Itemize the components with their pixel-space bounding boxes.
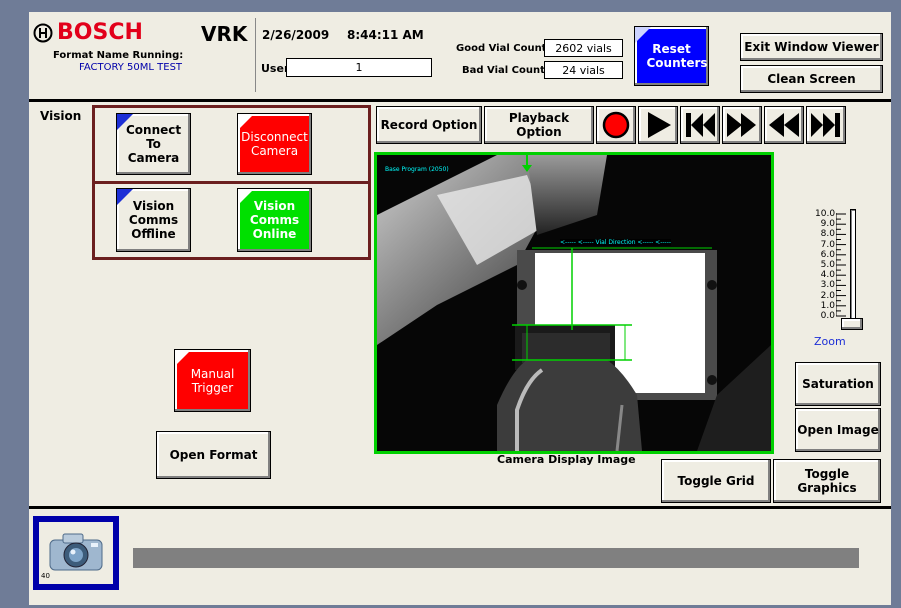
- zoom-tick-marks: [836, 213, 846, 317]
- zoom-tick-label: 8.0: [820, 229, 835, 240]
- zoom-tick-label: 4.0: [820, 270, 835, 281]
- corner-flag-icon: [175, 350, 191, 366]
- hmi-window: BOSCH VRK Format Name Running: FACTORY 5…: [29, 12, 891, 605]
- record-button[interactable]: [596, 106, 636, 144]
- exit-window-viewer-button[interactable]: Exit Window Viewer: [740, 33, 883, 61]
- zoom-tick-label: 1.0: [820, 300, 835, 311]
- camera-overlay-program: Base Program (2050): [385, 166, 449, 173]
- skip-to-start-button[interactable]: [680, 106, 720, 144]
- vision-comms-offline-button[interactable]: Vision Comms Offline: [116, 188, 191, 252]
- zoom-tick-labels: 10.0 9.0 8.0 7.0 6.0 5.0 4.0 3.0 2.0 1.0 0.0: [815, 209, 835, 321]
- bosch-logo: BOSCH: [33, 20, 143, 45]
- product-name: VRK: [201, 22, 248, 46]
- rewind-icon: [769, 113, 799, 137]
- bad-vial-count: 24 vials: [544, 61, 623, 79]
- camera-overlay-direction: <----- <----- Vial Direction <----- <---…: [560, 239, 672, 246]
- disconnect-camera-label: Disconnect Camera: [241, 130, 308, 158]
- corner-flag-icon: [635, 27, 651, 43]
- corner-flag-icon: [117, 189, 133, 205]
- toggle-grid-button[interactable]: Toggle Grid: [661, 459, 771, 503]
- corner-flag-icon: [238, 114, 254, 130]
- connect-camera-button[interactable]: Connect To Camera: [116, 113, 191, 175]
- zoom-tick-label: 2.0: [820, 290, 835, 301]
- play-icon: [648, 112, 671, 138]
- header-divider: [255, 18, 256, 92]
- manual-trigger-button[interactable]: Manual Trigger: [174, 349, 251, 412]
- camera-image: [377, 155, 771, 451]
- zoom-tick-label: 10.0: [815, 209, 836, 219]
- manual-trigger-label: Manual Trigger: [190, 366, 235, 395]
- camera-icon: [49, 533, 103, 571]
- vision-section-label: Vision: [40, 109, 82, 123]
- reset-counters-button[interactable]: Reset Counters: [634, 26, 709, 86]
- progress-bar: [133, 548, 859, 568]
- zoom-tick-label: 6.0: [820, 249, 835, 260]
- fast-forward-button[interactable]: [722, 106, 762, 144]
- brand-name: BOSCH: [57, 20, 143, 45]
- camera-display[interactable]: Base Program (2050) <----- <----- Vial D…: [374, 152, 774, 454]
- record-option-button[interactable]: Record Option: [376, 106, 482, 144]
- rewind-button[interactable]: [764, 106, 804, 144]
- camera-thumbnail-tile[interactable]: 40: [33, 516, 119, 590]
- vision-comms-online-button[interactable]: Vision Comms Online: [237, 188, 312, 252]
- playback-option-button[interactable]: Playback Option: [484, 106, 594, 144]
- format-name-label: Format Name Running:: [53, 50, 184, 61]
- play-button[interactable]: [638, 106, 678, 144]
- open-format-button[interactable]: Open Format: [156, 431, 271, 479]
- saturation-button[interactable]: Saturation: [795, 362, 881, 406]
- good-vial-label: Good Vial Count: [456, 43, 547, 54]
- zoom-slider-thumb[interactable]: [841, 318, 863, 330]
- zoom-slider-track[interactable]: [850, 209, 856, 327]
- record-icon: [602, 111, 630, 139]
- clean-screen-button[interactable]: Clean Screen: [740, 65, 883, 93]
- zoom-scale: 10.0 9.0 8.0 7.0 6.0 5.0 4.0 3.0 2.0 1.0 0.0: [815, 209, 855, 331]
- zoom-tick-label: 5.0: [820, 260, 835, 271]
- vision-comms-offline-label: Vision Comms Offline: [128, 199, 179, 241]
- camera-display-caption: Camera Display Image: [497, 453, 636, 466]
- corner-flag-icon: [238, 189, 254, 205]
- zoom-tick-label: 7.0: [820, 239, 835, 250]
- disconnect-camera-button[interactable]: Disconnect Camera: [237, 113, 312, 175]
- bosch-armature-icon: [33, 23, 53, 42]
- zoom-tick-label: 3.0: [820, 280, 835, 291]
- skip-to-start-icon: [686, 113, 715, 137]
- camera-tile-number: 40: [41, 572, 50, 580]
- good-vial-count: 2602 vials: [544, 39, 623, 57]
- connect-camera-label: Connect To Camera: [126, 123, 182, 165]
- time-display: 8:44:11 AM: [347, 28, 424, 42]
- toggle-graphics-button[interactable]: Toggle Graphics: [773, 459, 881, 503]
- camera-thumbnail-inner: 40: [39, 522, 113, 584]
- footer-separator: [29, 506, 891, 509]
- reset-counters-label: Reset Counters: [646, 42, 708, 70]
- zoom-tick-label: 9.0: [820, 219, 835, 230]
- corner-flag-icon: [117, 114, 133, 130]
- fast-forward-icon: [727, 113, 756, 137]
- format-name-value: FACTORY 50ML TEST: [79, 62, 183, 73]
- skip-to-end-button[interactable]: [806, 106, 846, 144]
- skip-to-end-icon: [811, 113, 840, 137]
- user-field[interactable]: 1: [286, 58, 432, 77]
- zoom-label: Zoom: [814, 335, 846, 348]
- open-image-button[interactable]: Open Image: [795, 408, 881, 452]
- header-separator: [29, 99, 891, 102]
- bad-vial-label: Bad Vial Count: [462, 65, 545, 76]
- zoom-tick-label: 0.0: [820, 311, 835, 322]
- vision-comms-online-label: Vision Comms Online: [249, 199, 300, 241]
- date-display: 2/26/2009: [262, 28, 330, 42]
